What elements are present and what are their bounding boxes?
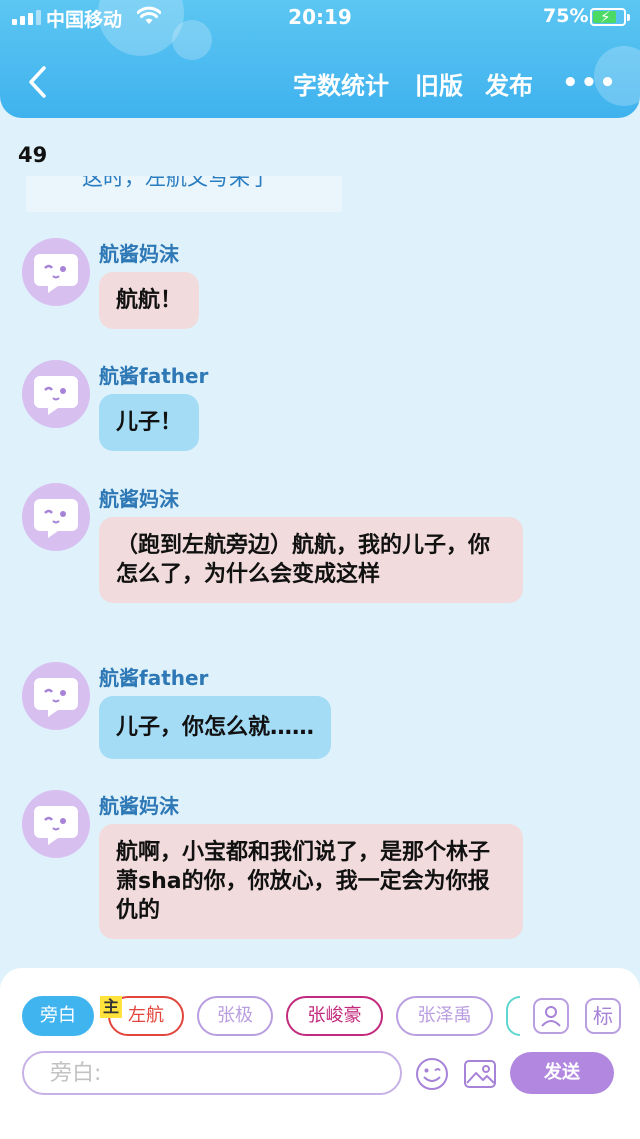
sender-name: 航酱妈沫: [99, 794, 179, 818]
role-chip-partial[interactable]: [506, 996, 520, 1036]
clipped-message-text: 这时，左航又写来了: [82, 176, 271, 190]
role-chip[interactable]: 张峻豪: [286, 996, 383, 1036]
role-chip[interactable]: 张极: [197, 996, 273, 1036]
message-bubble[interactable]: 航啊，小宝都和我们说了，是那个林子萧sha的你，你放心，我一定会为你报仇的: [99, 824, 523, 939]
image-icon[interactable]: [462, 1056, 498, 1092]
avatar[interactable]: [22, 662, 90, 730]
composer: 旁白 主 左航 张极 张峻豪 张泽禹 标 发送: [0, 968, 640, 1098]
battery-percent: 75%: [543, 5, 589, 27]
header: 中国移动 20:19 75% ⚡ 字数统计 旧版 发布 •••: [0, 0, 640, 118]
chat-bubble-face-icon: [34, 678, 78, 717]
tag-label: 标: [593, 1004, 613, 1028]
navbar: 字数统计 旧版 发布 •••: [0, 56, 640, 112]
word-count: 49: [18, 143, 48, 167]
role-chip[interactable]: 张泽禹: [396, 996, 493, 1036]
message-input-wrapper: [22, 1051, 402, 1095]
word-count-button[interactable]: 字数统计: [293, 66, 389, 101]
sender-name: 航酱妈沫: [99, 242, 179, 266]
status-bar: 中国移动 20:19 75% ⚡: [0, 0, 640, 36]
avatar[interactable]: [22, 238, 90, 306]
chat-bubble-face-icon: [34, 499, 78, 538]
chevron-left-icon[interactable]: [20, 62, 56, 102]
chat-bubble-face-icon: [34, 376, 78, 415]
chat-bubble-face-icon: [34, 806, 78, 845]
avatar[interactable]: [22, 483, 90, 551]
message-bubble[interactable]: 儿子！: [99, 394, 200, 451]
message-input[interactable]: [50, 1053, 390, 1093]
battery-icon: ⚡: [590, 8, 630, 26]
tag-button[interactable]: 标: [585, 998, 621, 1034]
person-icon: [541, 1006, 561, 1027]
avatar[interactable]: [22, 790, 90, 858]
message-bubble[interactable]: （跑到左航旁边）航航，我的儿子，你怎么了，为什么会变成这样: [99, 517, 523, 603]
bottom-spacer: [0, 1098, 640, 1139]
role-chip-narration[interactable]: 旁白: [22, 996, 94, 1036]
sender-name: 航酱father: [99, 364, 209, 388]
sender-name: 航酱妈沫: [99, 487, 179, 511]
message-bubble[interactable]: 航航！: [99, 272, 200, 329]
avatar[interactable]: [22, 360, 90, 428]
clipped-message: 这时，左航又写来了: [26, 176, 342, 212]
chat-bubble-face-icon: [34, 254, 78, 293]
old-version-button[interactable]: 旧版: [415, 66, 463, 101]
more-icon[interactable]: •••: [562, 68, 618, 98]
role-manage-button[interactable]: [533, 998, 569, 1034]
host-badge: 主: [100, 996, 122, 1018]
send-button[interactable]: 发送: [510, 1052, 614, 1094]
publish-button[interactable]: 发布: [485, 66, 533, 101]
sender-name: 航酱father: [99, 666, 209, 690]
message-bubble[interactable]: 儿子，你怎么就……: [99, 696, 332, 759]
emoji-icon[interactable]: [414, 1056, 450, 1092]
